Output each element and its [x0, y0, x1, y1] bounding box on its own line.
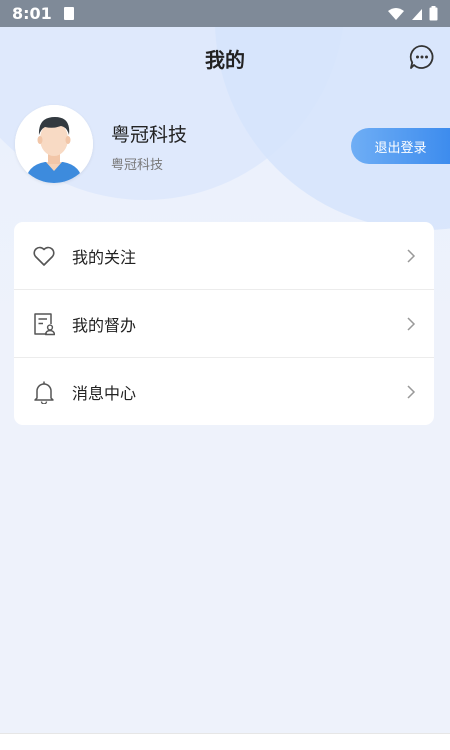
chevron-right-icon	[407, 384, 416, 399]
menu-item-follow[interactable]: 我的关注	[14, 222, 434, 290]
logout-button[interactable]: 退出登录	[351, 128, 450, 164]
message-button[interactable]	[409, 44, 435, 70]
signal-icon	[412, 8, 422, 20]
chat-bubble-icon	[409, 45, 434, 69]
menu-item-label: 我的督办	[72, 315, 137, 335]
nav-tab-mine[interactable]	[362, 745, 388, 750]
menu-item-messages[interactable]: 消息中心	[14, 358, 434, 425]
sim-card-icon	[63, 7, 74, 20]
header: 我的	[0, 27, 450, 87]
battery-icon	[429, 6, 438, 21]
avatar[interactable]	[15, 105, 93, 183]
status-bar: 8:01	[0, 0, 450, 27]
menu-item-label: 我的关注	[72, 247, 137, 267]
user-name: 粤冠科技	[111, 124, 188, 146]
nav-tab-list[interactable]	[212, 745, 238, 750]
avatar-icon	[15, 105, 93, 183]
chevron-right-icon	[407, 316, 416, 331]
page-title: 我的	[205, 48, 245, 72]
menu-item-label: 消息中心	[72, 383, 137, 403]
heart-icon	[31, 243, 57, 269]
document-user-icon	[31, 311, 57, 337]
menu-card: 我的关注 我的督办 消息中心	[14, 222, 434, 425]
wifi-icon	[388, 7, 404, 20]
bottom-navigation	[0, 733, 450, 750]
user-organization: 粤冠科技	[111, 158, 164, 173]
bell-icon	[31, 379, 57, 405]
chevron-right-icon	[407, 248, 416, 263]
status-time: 8:01	[12, 4, 52, 23]
status-icons	[387, 6, 438, 21]
nav-tab-home[interactable]	[62, 745, 88, 750]
menu-item-supervise[interactable]: 我的督办	[14, 290, 434, 358]
screen: 8:01 我的 粤冠科技 粤冠科技 退出登录 我的关注 我的督办 消息中心	[0, 0, 450, 750]
